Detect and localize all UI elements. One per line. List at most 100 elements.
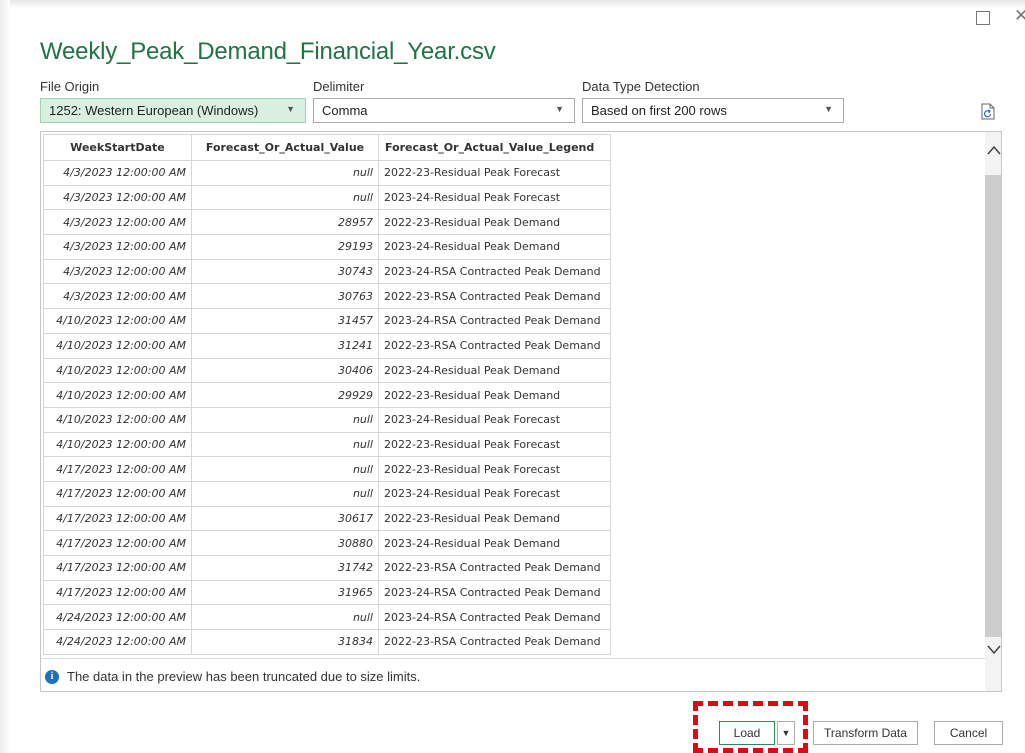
transform-data-button[interactable]: Transform Data <box>813 721 918 745</box>
table-row: 4/3/2023 12:00:00 AM 30763 2022-23-RSA Con… <box>43 283 611 310</box>
info-message: i The data in the preview has been trunc… <box>45 669 420 684</box>
table-row: 4/17/2023 12:00:00 AM null 2023-24-Residua… <box>43 480 611 507</box>
table-body: 4/3/2023 12:00:00 AM null 2022-23-Residual… <box>43 160 611 655</box>
cell-value: 30880 <box>191 530 379 556</box>
table-header-row: WeekStartDate Forecast_Or_Actual_Value F… <box>43 134 611 161</box>
cell-weekstartdate: 4/3/2023 12:00:00 AM <box>43 184 192 211</box>
table-row: 4/17/2023 12:00:00 AM 31965 2023-24-RSA Co… <box>43 579 611 606</box>
cell-legend: 2023-24-Residual Peak Forecast <box>378 184 611 211</box>
table-row: 4/17/2023 12:00:00 AM 30880 2023-24-Residu… <box>43 530 611 556</box>
table-row: 4/17/2023 12:00:00 AM 30617 2022-23-Residu… <box>43 505 611 532</box>
delimiter-label: Delimiter <box>313 79 365 94</box>
cell-value: 31241 <box>191 332 379 359</box>
cell-value: 31457 <box>191 308 379 334</box>
data-type-detection-dropdown[interactable]: Based on first 200 rows ▼ <box>582 98 844 123</box>
table-row: 4/24/2023 12:00:00 AM 31834 2022-23-RSA Co… <box>43 629 611 655</box>
cell-weekstartdate: 4/24/2023 12:00:00 AM <box>43 629 192 655</box>
cell-weekstartdate: 4/17/2023 12:00:00 AM <box>43 505 192 532</box>
cell-value: 30763 <box>191 283 379 310</box>
cell-value: 28957 <box>191 209 379 236</box>
table-row: 4/24/2023 12:00:00 AM null 2023-24-RSA Con… <box>43 604 611 631</box>
table-row: 4/17/2023 12:00:00 AM 31742 2022-23-RSA Co… <box>43 555 611 581</box>
table-row: 4/3/2023 12:00:00 AM null 2023-24-Residual… <box>43 184 611 211</box>
column-header-legend: Forecast_Or_Actual_Value_Legend <box>378 134 611 161</box>
column-header-value: Forecast_Or_Actual_Value <box>191 134 379 161</box>
cell-legend: 2022-23-Residual Peak Forecast <box>378 160 611 186</box>
cell-weekstartdate: 4/17/2023 12:00:00 AM <box>43 530 192 556</box>
cell-weekstartdate: 4/10/2023 12:00:00 AM <box>43 406 192 433</box>
cell-weekstartdate: 4/3/2023 12:00:00 AM <box>43 234 192 260</box>
cell-legend: 2022-23-Residual Peak Forecast <box>378 456 611 482</box>
cell-value: 31834 <box>191 629 379 655</box>
table-row: 4/3/2023 12:00:00 AM 28957 2022-23-Residua… <box>43 209 611 236</box>
cell-value: null <box>191 480 379 507</box>
cell-legend: 2023-24-Residual Peak Demand <box>378 530 611 556</box>
cell-value: 29193 <box>191 234 379 260</box>
cell-weekstartdate: 4/17/2023 12:00:00 AM <box>43 579 192 606</box>
cell-legend: 2023-24-Residual Peak Demand <box>378 234 611 260</box>
close-button[interactable]: ✕ <box>1014 6 1025 26</box>
chevron-down-icon: ▼ <box>824 104 833 114</box>
data-preview-panel: WeekStartDate Forecast_Or_Actual_Value F… <box>40 131 1002 692</box>
cell-weekstartdate: 4/3/2023 12:00:00 AM <box>43 160 192 186</box>
cell-weekstartdate: 4/17/2023 12:00:00 AM <box>43 555 192 581</box>
cell-legend: 2023-24-Residual Peak Demand <box>378 357 611 384</box>
cell-value: null <box>191 184 379 211</box>
cell-legend: 2023-24-RSA Contracted Peak Demand <box>378 579 611 606</box>
refresh-icon[interactable] <box>981 103 995 120</box>
cell-weekstartdate: 4/10/2023 12:00:00 AM <box>43 357 192 384</box>
column-header-weekstartdate: WeekStartDate <box>43 134 192 161</box>
data-type-detection-label: Data Type Detection <box>582 79 700 94</box>
scrollbar-thumb[interactable] <box>985 175 1001 637</box>
info-text: The data in the preview has been truncat… <box>67 669 421 684</box>
chevron-down-icon: ▼ <box>555 104 564 114</box>
cell-weekstartdate: 4/24/2023 12:00:00 AM <box>43 604 192 631</box>
table-row: 4/3/2023 12:00:00 AM 30743 2023-24-RSA Con… <box>43 258 611 285</box>
cell-weekstartdate: 4/3/2023 12:00:00 AM <box>43 258 192 285</box>
cell-weekstartdate: 4/17/2023 12:00:00 AM <box>43 456 192 482</box>
cell-weekstartdate: 4/10/2023 12:00:00 AM <box>43 308 192 334</box>
table-row: 4/3/2023 12:00:00 AM 29193 2023-24-Residua… <box>43 234 611 260</box>
data-type-detection-value: Based on first 200 rows <box>591 103 727 118</box>
cell-value: 31965 <box>191 579 379 606</box>
table-row: 4/10/2023 12:00:00 AM 29929 2022-23-Residu… <box>43 382 611 408</box>
cell-legend: 2022-23-Residual Peak Demand <box>378 505 611 532</box>
table-row: 4/10/2023 12:00:00 AM 31241 2022-23-RSA Co… <box>43 332 611 359</box>
cell-weekstartdate: 4/3/2023 12:00:00 AM <box>43 209 192 236</box>
vertical-scrollbar[interactable] <box>985 132 1001 691</box>
table-row: 4/10/2023 12:00:00 AM null 2022-23-Residua… <box>43 431 611 458</box>
cell-weekstartdate: 4/10/2023 12:00:00 AM <box>43 382 192 408</box>
cell-legend: 2023-24-Residual Peak Forecast <box>378 406 611 433</box>
cell-value: 30743 <box>191 258 379 285</box>
cell-legend: 2023-24-Residual Peak Forecast <box>378 480 611 507</box>
cell-value: 30617 <box>191 505 379 532</box>
table-row: 4/10/2023 12:00:00 AM null 2023-24-Residua… <box>43 406 611 433</box>
delimiter-dropdown[interactable]: Comma ▼ <box>313 98 575 123</box>
cell-legend: 2023-24-RSA Contracted Peak Demand <box>378 258 611 285</box>
cell-weekstartdate: 4/10/2023 12:00:00 AM <box>43 431 192 458</box>
scroll-down-icon[interactable] <box>985 642 1001 682</box>
cell-value: null <box>191 456 379 482</box>
info-icon: i <box>45 669 59 684</box>
highlight-annotation <box>693 701 808 753</box>
file-origin-dropdown[interactable]: 1252: Western European (Windows) ▼ <box>40 98 306 123</box>
maximize-button[interactable] <box>976 11 990 25</box>
divider <box>41 658 985 659</box>
cell-legend: 2022-23-Residual Peak Demand <box>378 209 611 236</box>
cancel-button[interactable]: Cancel <box>934 721 1003 745</box>
cell-value: null <box>191 431 379 458</box>
cell-legend: 2022-23-RSA Contracted Peak Demand <box>378 283 611 310</box>
window-shadow-left <box>0 0 10 753</box>
cell-legend: 2022-23-Residual Peak Forecast <box>378 431 611 458</box>
cell-legend: 2022-23-RSA Contracted Peak Demand <box>378 555 611 581</box>
cell-value: null <box>191 604 379 631</box>
cell-value: 31742 <box>191 555 379 581</box>
dialog-title: Weekly_Peak_Demand_Financial_Year.csv <box>40 38 496 65</box>
delimiter-value: Comma <box>322 103 368 118</box>
cell-value: 30406 <box>191 357 379 384</box>
file-origin-label: File Origin <box>40 79 100 94</box>
cell-weekstartdate: 4/3/2023 12:00:00 AM <box>43 283 192 310</box>
cell-weekstartdate: 4/10/2023 12:00:00 AM <box>43 332 192 359</box>
cell-value: null <box>191 406 379 433</box>
window-shadow-top <box>0 0 1025 8</box>
